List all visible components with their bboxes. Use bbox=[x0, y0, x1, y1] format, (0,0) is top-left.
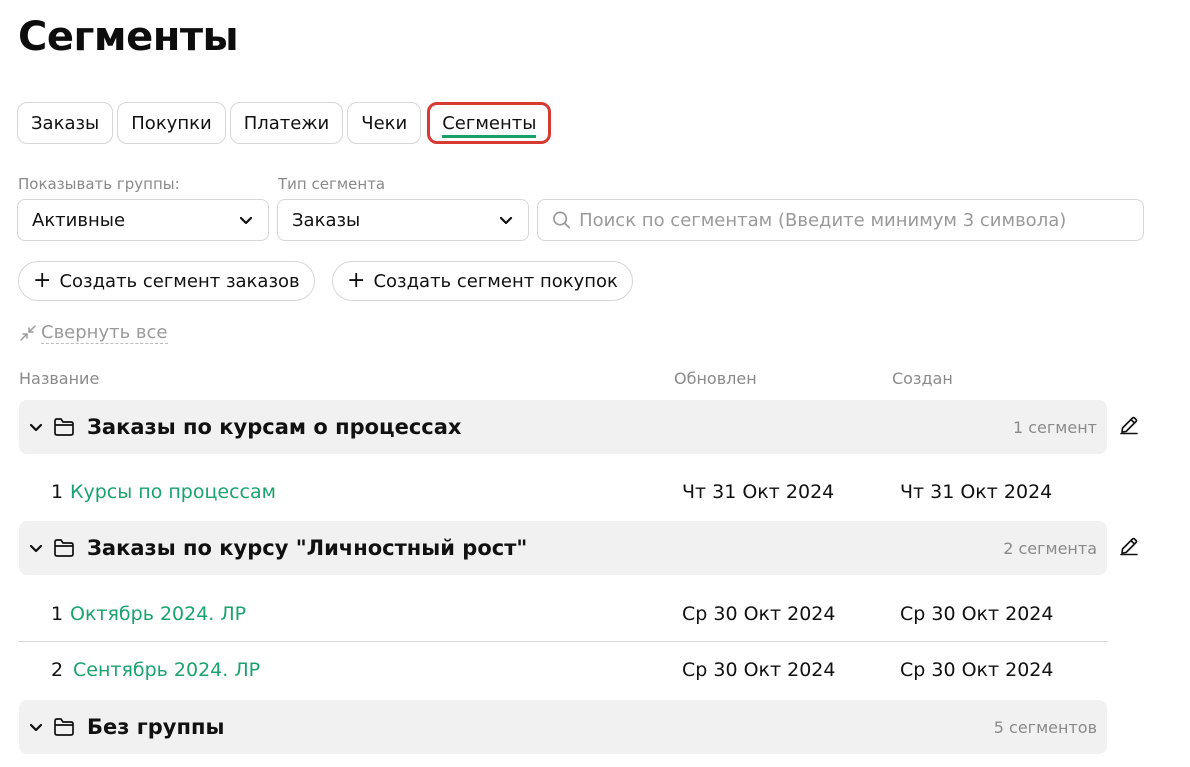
column-header-created: Создан bbox=[892, 369, 953, 388]
chevron-down-icon bbox=[29, 544, 43, 553]
segment-group[interactable]: Без группы 5 сегментов bbox=[19, 700, 1107, 754]
tab-bar: Заказы Покупки Платежи Чеки Сегменты bbox=[17, 102, 552, 144]
pencil-icon[interactable] bbox=[1118, 535, 1140, 557]
row-updated-date: Ср 30 Окт 2024 bbox=[682, 602, 836, 625]
segment-group[interactable]: Заказы по курсам о процессах 1 сегмент bbox=[19, 400, 1107, 454]
tab-orders[interactable]: Заказы bbox=[17, 102, 114, 144]
column-header-updated: Обновлен bbox=[674, 369, 757, 388]
folder-icon bbox=[54, 718, 74, 736]
row-number: 1 bbox=[51, 602, 64, 625]
tab-segments[interactable]: Сегменты bbox=[427, 102, 552, 144]
group-segment-count: 5 сегментов bbox=[993, 717, 1097, 737]
row-updated-date: Ср 30 Окт 2024 bbox=[682, 659, 836, 681]
tab-receipts[interactable]: Чеки bbox=[347, 102, 422, 144]
create-order-segment-label: Создать сегмент заказов bbox=[59, 270, 300, 292]
group-segment-count: 1 сегмент bbox=[1012, 417, 1097, 437]
tab-segments-label: Сегменты bbox=[442, 113, 537, 138]
segment-type-select[interactable]: Заказы bbox=[277, 199, 529, 241]
group-segment-count: 2 сегмента bbox=[1003, 538, 1097, 558]
row-number: 1 bbox=[51, 481, 64, 503]
group-title: Заказы по курсу "Личностный рост" bbox=[87, 536, 528, 560]
segment-search-input[interactable] bbox=[579, 209, 1129, 231]
table-row: 1 Октябрь 2024. ЛР Ср 30 Окт 2024 Ср 30 … bbox=[18, 586, 1108, 642]
row-created-date: Ср 30 Окт 2024 bbox=[900, 659, 1054, 681]
chevron-down-icon bbox=[29, 723, 43, 732]
create-purchase-segment-label: Создать сегмент покупок bbox=[373, 270, 618, 292]
segment-link[interactable]: Октябрь 2024. ЛР bbox=[70, 603, 246, 625]
pencil-icon[interactable] bbox=[1118, 414, 1140, 436]
plus-icon: + bbox=[347, 268, 366, 293]
collapse-icon bbox=[20, 325, 36, 341]
group-title: Без группы bbox=[87, 715, 225, 739]
table-row: 2 Сентябрь 2024. ЛР Ср 30 Окт 2024 Ср 30… bbox=[18, 642, 1108, 698]
groups-filter-label: Показывать группы: bbox=[18, 175, 180, 193]
groups-select[interactable]: Активные bbox=[17, 199, 269, 241]
chevron-down-icon bbox=[29, 423, 43, 432]
folder-icon bbox=[54, 539, 74, 557]
column-header-name: Название bbox=[19, 369, 100, 388]
create-order-segment-button[interactable]: + Создать сегмент заказов bbox=[18, 261, 315, 301]
groups-select-value: Активные bbox=[32, 209, 126, 231]
page-title: Сегменты bbox=[18, 14, 239, 60]
plus-icon: + bbox=[33, 268, 52, 293]
chevron-down-icon bbox=[499, 216, 513, 225]
collapse-all-label: Свернуть все bbox=[41, 322, 168, 344]
segment-link[interactable]: Сентябрь 2024. ЛР bbox=[73, 659, 260, 681]
tab-payments[interactable]: Платежи bbox=[229, 102, 344, 144]
group-title: Заказы по курсам о процессах bbox=[87, 415, 462, 439]
chevron-down-icon bbox=[239, 216, 253, 225]
search-icon bbox=[553, 211, 571, 229]
folder-icon bbox=[54, 418, 74, 436]
row-number: 2 bbox=[51, 659, 64, 681]
segment-group[interactable]: Заказы по курсу "Личностный рост" 2 сегм… bbox=[19, 521, 1107, 575]
segment-link[interactable]: Курсы по процессам bbox=[70, 481, 276, 503]
tab-purchases[interactable]: Покупки bbox=[117, 102, 226, 144]
row-created-date: Чт 31 Окт 2024 bbox=[900, 481, 1053, 503]
segment-type-label: Тип сегмента bbox=[278, 175, 386, 193]
segment-type-value: Заказы bbox=[292, 209, 361, 231]
row-updated-date: Чт 31 Окт 2024 bbox=[682, 481, 835, 503]
row-created-date: Ср 30 Окт 2024 bbox=[900, 602, 1054, 625]
create-purchase-segment-button[interactable]: + Создать сегмент покупок bbox=[332, 261, 633, 301]
collapse-all-link[interactable]: Свернуть все bbox=[19, 322, 168, 344]
table-row: 1 Курсы по процессам Чт 31 Окт 2024 Чт 3… bbox=[18, 464, 1108, 520]
segment-search bbox=[537, 199, 1144, 241]
